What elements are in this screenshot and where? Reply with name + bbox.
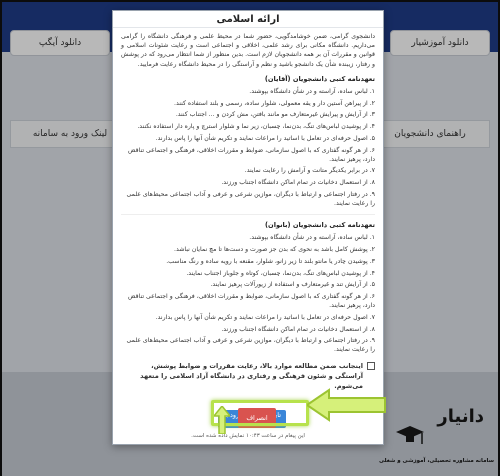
list-item: ۷. اصول حرفه‌ای در تعامل با اساتید را مر… xyxy=(155,313,375,321)
list-item: ۴. از پوشیدن لباس‌های تنگ، بدن‌نما، چسبا… xyxy=(137,123,375,131)
modal-body: دانشجوی گرامی، ضمن خوشامدگویی، حضور شما … xyxy=(113,28,383,391)
brothers-section-title: تعهدنامه کتبی دانشجویان (آقایان) xyxy=(264,74,375,83)
modal-footnote: این پیغام در ساعت ۱۰:۴۳ نمایش داده شده ا… xyxy=(191,433,305,439)
list-item: ۹. در رفتار اجتماعی و ارتباط با دیگران، … xyxy=(126,337,375,354)
list-item: ۴. از پوشیدن لباس‌های تنگ، بدن‌نما، چسبا… xyxy=(186,269,375,277)
agreement-checkbox[interactable] xyxy=(367,361,375,370)
agreement-row[interactable]: اینجانب ضمن مطالعه موارد بالا، رعایت مقر… xyxy=(121,361,375,391)
list-item: ۶. از هر گونه گفتاری که با اصول سازمانی،… xyxy=(128,292,375,310)
list-item: ۶. از هر گونه گفتاری که با اصول سازمانی،… xyxy=(128,146,375,163)
green-arrow-up-icon xyxy=(214,406,230,434)
green-arrow-left-icon xyxy=(307,388,386,422)
list-item: ۷. در برابر یکدیگر متانت و آرامش را رعای… xyxy=(244,167,375,175)
modal-title: ارائه اسلامی xyxy=(113,11,383,28)
list-item: ۲. از پیراهن آستین دار و یقه معمولی، شلو… xyxy=(174,99,375,107)
list-item: ۵. از آرایش تند و غیرمتعارف و استفاده از… xyxy=(210,281,375,289)
list-item: ۱. لباس ساده، آراسته و در شأن دانشگاه بپ… xyxy=(249,88,375,96)
list-item: ۳. از آرایش و پیرایش غیرمتعارف مو مانند … xyxy=(175,111,375,119)
section-divider xyxy=(121,214,375,216)
logo-name: دانیار xyxy=(437,406,484,427)
list-item: ۸. از استعمال دخانیات در تمام اماکن دانش… xyxy=(221,179,375,187)
agreement-text: اینجانب ضمن مطالعه موارد بالا، رعایت مقر… xyxy=(140,361,363,390)
list-item: ۵. اصول حرفه‌ای در تعامل با اساتید را مر… xyxy=(155,134,375,142)
list-item: ۳. پوشیدن چادر یا مانتو بلند تا زیر زانو… xyxy=(166,257,375,265)
list-item: ۲. پوشش کامل باشد به نحوی که بدن جز صورت… xyxy=(173,246,375,254)
list-item: ۸. از استعمال دخانیات در تمام اماکن دانش… xyxy=(221,325,375,333)
list-item: ۹. در رفتار اجتماعی و ارتباط با دیگران، … xyxy=(126,190,375,208)
islamic-dress-code-modal: ارائه اسلامی دانشجوی گرامی، ضمن خوشامدگو… xyxy=(112,10,384,445)
sisters-section-title: تعهدنامه کتبی دانشجویان (بانوان) xyxy=(265,221,375,230)
logo-tagline: سامانه مشاوره تحصیلی، آموزشی و شغلی xyxy=(378,458,494,464)
list-item: ۱. لباس ساده، آراسته و در شأن دانشگاه بپ… xyxy=(249,234,375,242)
intro-paragraph: دانشجوی گرامی، ضمن خوشامدگویی، حضور شما … xyxy=(121,33,375,68)
